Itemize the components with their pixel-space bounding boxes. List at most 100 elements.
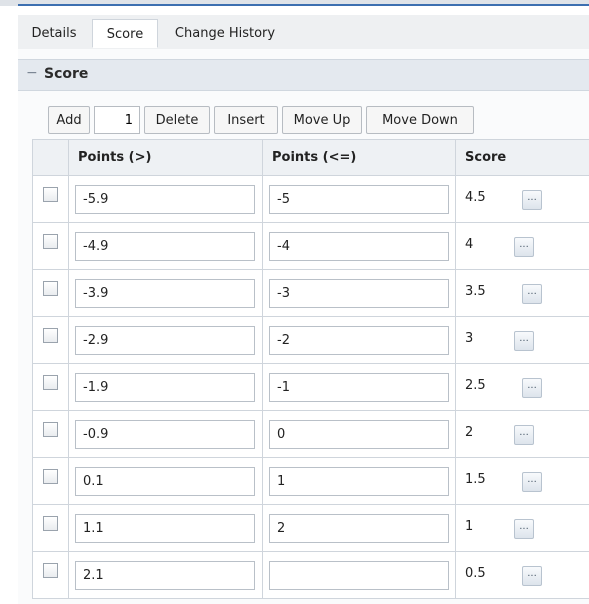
score-cell: 4.5... <box>455 175 589 223</box>
score-cell: 1.5... <box>455 457 589 505</box>
points-gt-cell: 1.1 <box>68 504 263 552</box>
collapse-icon[interactable]: − <box>26 66 38 80</box>
points-le-cell: 0 <box>262 410 456 458</box>
row-checkbox[interactable] <box>43 280 58 296</box>
row-checkbox[interactable] <box>43 327 58 343</box>
score-value: 4 <box>465 237 474 252</box>
points-le-input[interactable]: 0 <box>269 419 449 449</box>
move-down-button[interactable]: Move Down <box>366 106 474 134</box>
score-cell: 4... <box>455 222 589 270</box>
points-le-input[interactable]: 2 <box>269 513 449 543</box>
row-checkbox[interactable] <box>43 421 58 437</box>
top-rule <box>0 0 589 6</box>
score-lookup-button[interactable]: ... <box>514 331 534 351</box>
header-select-cell <box>32 139 69 176</box>
score-value: 3 <box>465 331 474 346</box>
points-gt-input[interactable]: 1.1 <box>75 513 255 543</box>
points-gt-cell: -4.9 <box>68 222 263 270</box>
points-gt-input[interactable]: 0.1 <box>75 466 255 496</box>
points-gt-input[interactable]: -2.9 <box>75 325 255 355</box>
table-row: -1.9 -1 2.5... <box>32 363 589 411</box>
points-le-input[interactable]: -5 <box>269 184 449 214</box>
header-points-gt: Points (>) <box>68 139 263 176</box>
points-le-cell: -1 <box>262 363 456 411</box>
score-value: 1 <box>465 519 474 534</box>
points-le-input[interactable]: -3 <box>269 278 449 308</box>
move-up-button[interactable]: Move Up <box>282 106 362 134</box>
row-select-cell <box>32 504 69 552</box>
score-lookup-button[interactable]: ... <box>514 237 534 257</box>
score-lookup-button[interactable]: ... <box>522 190 542 210</box>
points-le-cell: 1 <box>262 457 456 505</box>
score-value: 0.5 <box>465 566 486 581</box>
row-select-cell <box>32 269 69 317</box>
row-checkbox[interactable] <box>43 186 58 202</box>
points-le-input[interactable]: 1 <box>269 466 449 496</box>
score-grid: Points (>) Points (<=) Score -5.9 -5 4.5..… <box>32 139 589 599</box>
row-checkbox[interactable] <box>43 374 58 390</box>
score-cell: 3.5... <box>455 269 589 317</box>
row-select-cell <box>32 316 69 364</box>
points-gt-input[interactable]: -4.9 <box>75 231 255 261</box>
points-le-input[interactable] <box>269 560 449 590</box>
score-value: 1.5 <box>465 472 486 487</box>
row-select-cell <box>32 222 69 270</box>
table-row: -2.9 -2 3... <box>32 316 589 364</box>
points-gt-input[interactable]: -5.9 <box>75 184 255 214</box>
score-panel: − Score Add Delete Insert Move Up Move D… <box>18 49 589 604</box>
add-button[interactable]: Add <box>48 106 90 134</box>
row-checkbox[interactable] <box>43 515 58 531</box>
add-count-input[interactable] <box>94 106 140 134</box>
section-title: Score <box>44 66 89 82</box>
row-select-cell <box>32 363 69 411</box>
table-row: 0.1 1 1.5... <box>32 457 589 505</box>
row-select-cell <box>32 551 69 599</box>
table-row: -0.9 0 2... <box>32 410 589 458</box>
score-cell: 0.5... <box>455 551 589 599</box>
row-select-cell <box>32 457 69 505</box>
table-row: -3.9 -3 3.5... <box>32 269 589 317</box>
points-le-cell: -2 <box>262 316 456 364</box>
points-gt-cell: -0.9 <box>68 410 263 458</box>
section-header: − Score <box>18 59 589 91</box>
table-row: 1.1 2 1... <box>32 504 589 552</box>
points-le-input[interactable]: -4 <box>269 231 449 261</box>
points-gt-cell: -3.9 <box>68 269 263 317</box>
top-accent-line <box>18 4 589 6</box>
tab-score[interactable]: Score <box>92 19 158 48</box>
points-gt-input[interactable]: -3.9 <box>75 278 255 308</box>
tab-change-history[interactable]: Change History <box>164 19 286 48</box>
points-gt-cell: 0.1 <box>68 457 263 505</box>
score-lookup-button[interactable]: ... <box>522 472 542 492</box>
tab-details[interactable]: Details <box>22 19 86 48</box>
score-lookup-button[interactable]: ... <box>522 284 542 304</box>
score-cell: 1... <box>455 504 589 552</box>
score-lookup-button[interactable]: ... <box>514 425 534 445</box>
score-lookup-button[interactable]: ... <box>514 519 534 539</box>
header-score: Score <box>455 139 589 176</box>
points-gt-cell: 2.1 <box>68 551 263 599</box>
row-checkbox[interactable] <box>43 562 58 578</box>
points-gt-cell: -5.9 <box>68 175 263 223</box>
points-gt-input[interactable]: -1.9 <box>75 372 255 402</box>
points-le-input[interactable]: -2 <box>269 325 449 355</box>
score-lookup-button[interactable]: ... <box>522 566 542 586</box>
score-value: 2 <box>465 425 474 440</box>
points-gt-cell: -2.9 <box>68 316 263 364</box>
score-cell: 2.5... <box>455 363 589 411</box>
delete-button[interactable]: Delete <box>144 106 210 134</box>
insert-button[interactable]: Insert <box>214 106 278 134</box>
points-gt-input[interactable]: 2.1 <box>75 560 255 590</box>
score-lookup-button[interactable]: ... <box>522 378 542 398</box>
row-checkbox[interactable] <box>43 233 58 249</box>
points-le-cell: -3 <box>262 269 456 317</box>
grid-header-row: Points (>) Points (<=) Score <box>32 139 589 176</box>
points-le-cell: -4 <box>262 222 456 270</box>
points-gt-cell: -1.9 <box>68 363 263 411</box>
row-checkbox[interactable] <box>43 468 58 484</box>
points-gt-input[interactable]: -0.9 <box>75 419 255 449</box>
score-cell: 2... <box>455 410 589 458</box>
points-le-input[interactable]: -1 <box>269 372 449 402</box>
table-row: 2.1 0.5... <box>32 551 589 599</box>
points-le-cell: 2 <box>262 504 456 552</box>
